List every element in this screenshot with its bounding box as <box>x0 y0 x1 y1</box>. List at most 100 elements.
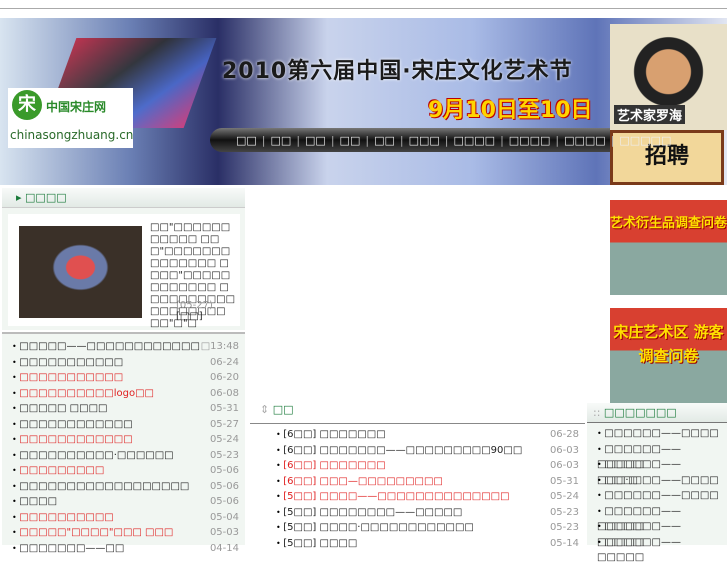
item-date: 06-24 <box>209 356 239 368</box>
item-title[interactable]: □□□□□□——□□□□□ <box>597 504 721 533</box>
feature-header: ▸ □□□□ <box>2 188 245 208</box>
left-news-list: □□□□□——□□□□□□□□□□□□□13:48□□□□□□□□□□□06-2… <box>2 339 245 556</box>
item-title[interactable]: □□□□□"□□□□"□□□ □□□ <box>12 525 173 541</box>
item-title[interactable]: □□□□□□□□□ <box>12 463 104 479</box>
item-title[interactable]: □□□□□——□□□□□□□□□□□□ <box>12 339 200 355</box>
feature-image[interactable] <box>19 226 142 318</box>
list-item[interactable]: □□□□□"□□□□"□□□ □□□ 05-03 <box>2 525 245 541</box>
list-item[interactable]: □□□□□□□□□□□□ 05-27 <box>2 417 245 433</box>
nav-item[interactable]: □□ <box>271 134 292 147</box>
item-date: 06-03 <box>549 460 579 471</box>
item-date: 04-14 <box>209 542 239 554</box>
list-item[interactable]: [5□□] □□□□·□□□□□□□□□□□□ 05-23 <box>266 520 585 536</box>
nav-separator: | <box>555 133 560 147</box>
list-item[interactable]: □□□□ 05-06 <box>2 494 245 510</box>
nav-item[interactable]: □□ <box>340 134 361 147</box>
list-item[interactable]: □□□□□□□□□□·□□□□□□ 05-23 <box>2 448 245 464</box>
item-title[interactable]: □□□□□ □□□□ <box>12 401 107 417</box>
item-title[interactable]: □□□□□□——□□□□ <box>597 488 718 504</box>
list-item[interactable]: [6□□] □□□—□□□□□□□□□ 05-31 <box>266 474 585 490</box>
nav-item[interactable]: □□ <box>305 134 326 147</box>
list-item[interactable]: □□□□□□□——□□ 04-14 <box>2 541 245 557</box>
feature-more-link[interactable]: [□□] <box>176 311 203 322</box>
artist-portrait[interactable]: 艺术家罗海 <box>610 24 727 130</box>
right-list: □□□□□□——□□□□□□□□□□——□□□□□□□□□□□——□□□·□□□… <box>587 423 727 564</box>
list-item[interactable]: [6□□] □□□□□□□——□□□□□□□□□90□□ 06-03 <box>266 443 585 459</box>
item-title[interactable]: □□□□□□——□□□□□ <box>597 535 721 564</box>
item-title[interactable]: [5□□] □□□□ <box>276 536 357 552</box>
item-title[interactable]: □□□□□□□□□□□ <box>12 355 123 371</box>
banner: 2010第六届中国·宋庄文化艺术节 9月10日至10日 宋 中国宋庄网 chin… <box>0 18 727 185</box>
item-date: 05-31 <box>209 403 239 414</box>
list-item[interactable]: [5□□] □□□□——□□□□□□□□□□□□□□ 05-24 <box>266 489 585 505</box>
nav-item[interactable]: □□□□ <box>564 134 606 147</box>
list-item[interactable]: □□□□□ □□□□ 05-31 <box>2 401 245 417</box>
nav-separator: | <box>330 133 335 147</box>
item-date: 06-28 <box>549 429 579 440</box>
list-item[interactable]: □□□□□□——□□□□ <box>587 488 727 504</box>
nav-item[interactable]: □□□ <box>409 134 440 147</box>
item-title[interactable]: [6□□] □□□□□□□ <box>276 427 385 443</box>
list-item[interactable]: □□□□□□——□□□□□ <box>587 504 727 533</box>
item-title[interactable]: □□□□□□——□□□·□ <box>597 457 721 486</box>
nav-item[interactable]: □□□□ <box>509 134 551 147</box>
left-news-panel: □□□□□——□□□□□□□□□□□□□13:48□□□□□□□□□□□06-2… <box>2 332 245 554</box>
item-title[interactable]: □□□□□□□□□□□□ <box>12 432 132 448</box>
item-date: 06-08 <box>209 387 239 399</box>
nav-separator: | <box>365 133 370 147</box>
item-title[interactable]: [6□□] □□□—□□□□□□□□□ <box>276 474 443 490</box>
item-title[interactable]: □□□□□□□□□□□ <box>12 370 123 386</box>
nav-item[interactable]: □□ <box>374 134 395 147</box>
item-title[interactable]: □□□□ <box>12 494 57 510</box>
ad-survey-visitors[interactable]: 宋庄艺术区 游客调查问卷 <box>610 308 727 403</box>
item-title[interactable]: [6□□] □□□□□□□——□□□□□□□□□90□□ <box>276 443 522 459</box>
item-title[interactable]: □□□□□□□□□□□□ <box>12 417 132 433</box>
site-logo[interactable]: 宋 中国宋庄网 chinasongzhuang.cn <box>8 88 133 148</box>
item-title[interactable]: [6□□] □□□□□□□ <box>276 458 385 474</box>
list-item[interactable]: [6□□] □□□□□□□ 06-28 <box>266 427 585 443</box>
feature-panel: ▸ □□□□ □□"□□□□□□□□□□□ □□□"□□□□□□□□□□□□□□… <box>2 188 245 330</box>
list-item[interactable]: □□□□□□□□□□□ 06-20 <box>2 370 245 386</box>
nav-separator: | <box>444 133 449 147</box>
list-item[interactable]: □□□□□□□□□□□ 06-24 <box>2 355 245 371</box>
item-title[interactable]: □□□□□□——□□□□ <box>597 473 718 489</box>
list-item[interactable]: [5□□] □□□□ 05-14 <box>266 536 585 552</box>
item-title[interactable]: □□□□□□□□□□ <box>12 510 113 526</box>
ad-survey-derivatives[interactable]: 艺术衍生品调查问卷 <box>610 200 727 295</box>
list-item[interactable]: □□□□□□——□□□□□ <box>587 535 727 564</box>
item-title[interactable]: □□□□□□□□□□·□□□□□□ <box>12 448 173 464</box>
list-item[interactable]: □□□□□□□□□□□□□□□□□□ 05-06 <box>2 479 245 495</box>
nav-separator: | <box>261 133 266 147</box>
nav-item[interactable]: □□□□ <box>453 134 495 147</box>
feature-box: □□"□□□□□□□□□□□ □□□"□□□□□□□□□□□□□□ □□□□"□… <box>8 214 240 329</box>
right-title: □□□□□□□ <box>603 406 677 419</box>
list-item[interactable]: □□□□□□□□□□logo□□ 06-08 <box>2 386 245 402</box>
item-title[interactable]: □□□□□□——□□□□□ <box>597 442 721 471</box>
list-item[interactable]: □□□□□□——□□□□□ <box>587 442 727 471</box>
list-item[interactable]: □□□□□□——□□□·□ <box>587 457 727 486</box>
list-item[interactable]: □□□□□□□□□ 05-06 <box>2 463 245 479</box>
item-title[interactable]: □□□□□□□□□□logo□□ <box>12 386 154 402</box>
list-item[interactable]: □□□□□□——□□□□ <box>587 473 727 489</box>
list-item[interactable]: □□□□□□——□□□□ <box>587 426 727 442</box>
item-title[interactable]: □□□□□□——□□□□□ <box>597 519 721 548</box>
item-title[interactable]: [5□□] □□□□□□□□——□□□□□ <box>276 505 462 521</box>
nav-item[interactable]: □□□□□ <box>619 134 671 147</box>
logo-url: chinasongzhuang.cn <box>10 128 134 142</box>
item-title[interactable]: □□□□□□□□□□□□□□□□□□ <box>12 479 189 495</box>
nav-separator: | <box>296 133 301 147</box>
list-item[interactable]: □□□□□□□□□□□□ 05-24 <box>2 432 245 448</box>
nav-separator: | <box>399 133 404 147</box>
nav-item[interactable]: □□ <box>236 134 257 147</box>
item-title[interactable]: [5□□] □□□□·□□□□□□□□□□□□ <box>276 520 474 536</box>
item-title[interactable]: □□□□□□□——□□ <box>12 541 124 557</box>
list-item[interactable]: □□□□□——□□□□□□□□□□□□□13:48 <box>2 339 245 355</box>
item-title[interactable]: □□□□□□——□□□□ <box>597 426 718 442</box>
feature-date: (05-27) <box>176 300 213 311</box>
list-item[interactable]: [5□□] □□□□□□□□——□□□□□ 05-23 <box>266 505 585 521</box>
list-item[interactable]: □□□□□□□□□□ 05-04 <box>2 510 245 526</box>
list-item[interactable]: □□□□□□——□□□□□ <box>587 519 727 548</box>
item-title[interactable]: [5□□] □□□□——□□□□□□□□□□□□□□ <box>276 489 509 505</box>
item-date: 05-27 <box>209 418 239 430</box>
list-item[interactable]: [6□□] □□□□□□□ 06-03 <box>266 458 585 474</box>
